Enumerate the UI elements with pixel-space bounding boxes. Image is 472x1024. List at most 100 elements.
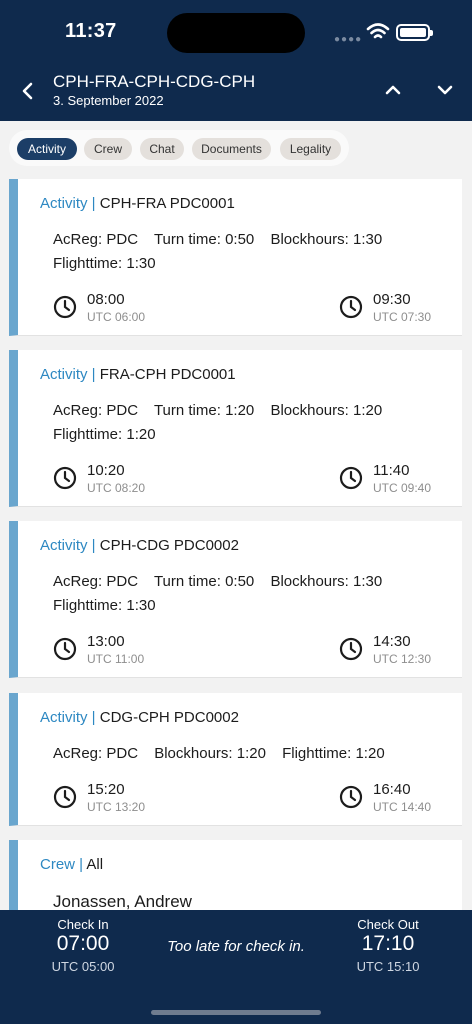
turn-time-value: Turn time: 1:20 xyxy=(153,402,255,419)
flighttime-value: Flighttime: 1:30 xyxy=(53,597,156,614)
flight-details: AcReg: PDC Turn time: 0:50 Blockhours: 1… xyxy=(53,231,394,248)
check-in-label: Check In xyxy=(57,917,109,932)
chevron-up-icon xyxy=(385,85,401,95)
clock-icon xyxy=(53,785,77,809)
tab-crew[interactable]: Crew xyxy=(84,138,132,160)
flight-label: CPH-FRA PDC0001 xyxy=(99,195,235,212)
activity-title: Activity | CPH-FRA PDC0001 xyxy=(40,195,235,212)
back-button[interactable] xyxy=(14,78,42,104)
clock-icon xyxy=(339,785,363,809)
arrival-time: 11:40 UTC 09:40 xyxy=(339,462,459,498)
arrival-local: 11:40 xyxy=(373,462,410,479)
flight-details: AcReg: PDC Turn time: 1:20 Blockhours: 1… xyxy=(53,402,394,419)
check-out-utc: UTC 15:10 xyxy=(356,959,420,974)
previous-button[interactable] xyxy=(380,78,406,102)
check-in-time: 07:00 xyxy=(56,932,110,955)
clock-icon xyxy=(53,466,77,490)
blockhours-value: Blockhours: 1:30 xyxy=(270,231,383,248)
activity-title: Activity | CPH-CDG PDC0002 xyxy=(40,537,239,554)
tab-activity[interactable]: Activity xyxy=(17,138,77,160)
flight-label: CDG-CPH PDC0002 xyxy=(99,709,239,726)
category-label: Activity | xyxy=(40,537,96,554)
acreg-value: AcReg: PDC xyxy=(53,231,139,248)
flighttime-value: Flighttime: 1:20 xyxy=(53,426,156,443)
category-label: Activity | xyxy=(40,366,96,383)
departure-time: 08:00 UTC 06:00 xyxy=(53,291,193,327)
category-label: Activity | xyxy=(40,709,96,726)
blockhours-value: Blockhours: 1:30 xyxy=(270,573,383,590)
departure-local: 08:00 xyxy=(87,291,125,308)
page-title: CPH-FRA-CPH-CDG-CPH xyxy=(53,72,256,91)
tab-bar: Activity Crew Chat Documents Legality xyxy=(0,121,472,176)
arrival-local: 09:30 xyxy=(373,291,411,308)
tab-documents[interactable]: Documents xyxy=(192,138,271,160)
activity-card[interactable]: Activity | CDG-CPH PDC0002 AcReg: PDC Bl… xyxy=(9,693,462,826)
activity-card[interactable]: Activity | CPH-FRA PDC0001 AcReg: PDC Tu… xyxy=(9,179,462,336)
check-out-time: 17:10 xyxy=(361,932,415,955)
clock-icon xyxy=(53,295,77,319)
arrival-utc: UTC 14:40 xyxy=(373,800,432,814)
flighttime-value: Flighttime: 1:20 xyxy=(282,745,385,762)
check-in-message: Too late for check in. xyxy=(167,938,305,955)
acreg-value: AcReg: PDC xyxy=(53,573,139,590)
battery-icon xyxy=(396,24,433,41)
crew-filter-label: All xyxy=(86,856,104,873)
crew-member-name[interactable]: Jonassen, Andrew xyxy=(53,892,192,911)
crew-card[interactable]: Crew | All Jonassen, Andrew xyxy=(9,840,462,912)
flight-details: AcReg: PDC Blockhours: 1:20 Flighttime: … xyxy=(53,745,397,762)
departure-utc: UTC 06:00 xyxy=(87,310,146,324)
arrival-utc: UTC 12:30 xyxy=(373,652,432,666)
chevron-down-icon xyxy=(437,85,453,95)
activity-title: Activity | CDG-CPH PDC0002 xyxy=(40,709,239,726)
departure-local: 10:20 xyxy=(87,462,125,479)
category-label: Activity | xyxy=(40,195,96,212)
check-out-label: Check Out xyxy=(357,917,419,932)
category-label: Crew | xyxy=(40,856,84,873)
check-in-utc: UTC 05:00 xyxy=(51,959,115,974)
chevron-left-icon xyxy=(22,82,33,100)
turn-time-value: Turn time: 0:50 xyxy=(153,573,255,590)
arrival-local: 16:40 xyxy=(373,781,411,798)
arrival-utc: UTC 09:40 xyxy=(373,481,432,495)
departure-utc: UTC 11:00 xyxy=(87,652,145,666)
arrival-time: 16:40 UTC 14:40 xyxy=(339,781,459,817)
flighttime-value: Flighttime: 1:30 xyxy=(53,255,156,272)
arrival-local: 14:30 xyxy=(373,633,411,650)
app-header: 11:37 ●●●● CPH-FRA-CPH-CDG-CPH 3. Septem… xyxy=(0,0,472,121)
turn-time-value: Turn time: 0:50 xyxy=(153,231,255,248)
acreg-value: AcReg: PDC xyxy=(53,402,139,419)
departure-time: 15:20 UTC 13:20 xyxy=(53,781,193,817)
acreg-value: AcReg: PDC xyxy=(53,745,139,762)
activity-card[interactable]: Activity | FRA-CPH PDC0001 AcReg: PDC Tu… xyxy=(9,350,462,507)
clock-icon xyxy=(53,637,77,661)
tab-legality[interactable]: Legality xyxy=(280,138,341,160)
arrival-time: 09:30 UTC 07:30 xyxy=(339,291,459,327)
flight-label: CPH-CDG PDC0002 xyxy=(99,537,239,554)
departure-local: 13:00 xyxy=(87,633,125,650)
flight-label: FRA-CPH PDC0001 xyxy=(99,366,236,383)
departure-local: 15:20 xyxy=(87,781,125,798)
check-in-bar: Check In 07:00 UTC 05:00 Too late for ch… xyxy=(0,910,472,1024)
flight-details: AcReg: PDC Turn time: 0:50 Blockhours: 1… xyxy=(53,573,394,590)
arrival-utc: UTC 07:30 xyxy=(373,310,432,324)
next-button[interactable] xyxy=(432,78,458,102)
departure-utc: UTC 08:20 xyxy=(87,481,146,495)
page-date: 3. September 2022 xyxy=(53,93,164,108)
home-indicator[interactable] xyxy=(151,1010,321,1015)
tab-chat[interactable]: Chat xyxy=(140,138,184,160)
clock-icon xyxy=(339,637,363,661)
blockhours-value: Blockhours: 1:20 xyxy=(154,745,266,762)
activity-card[interactable]: Activity | CPH-CDG PDC0002 AcReg: PDC Tu… xyxy=(9,521,462,678)
status-time: 11:37 xyxy=(65,20,117,42)
dynamic-island xyxy=(167,13,305,53)
departure-time: 10:20 UTC 08:20 xyxy=(53,462,193,498)
departure-time: 13:00 UTC 11:00 xyxy=(53,633,193,669)
departure-utc: UTC 13:20 xyxy=(87,800,146,814)
blockhours-value: Blockhours: 1:20 xyxy=(270,402,383,419)
clock-icon xyxy=(339,295,363,319)
activity-title: Activity | FRA-CPH PDC0001 xyxy=(40,366,236,383)
crew-title: Crew | All xyxy=(40,856,103,873)
signal-icon: ●●●● xyxy=(334,34,363,45)
wifi-icon xyxy=(366,23,390,39)
clock-icon xyxy=(339,466,363,490)
